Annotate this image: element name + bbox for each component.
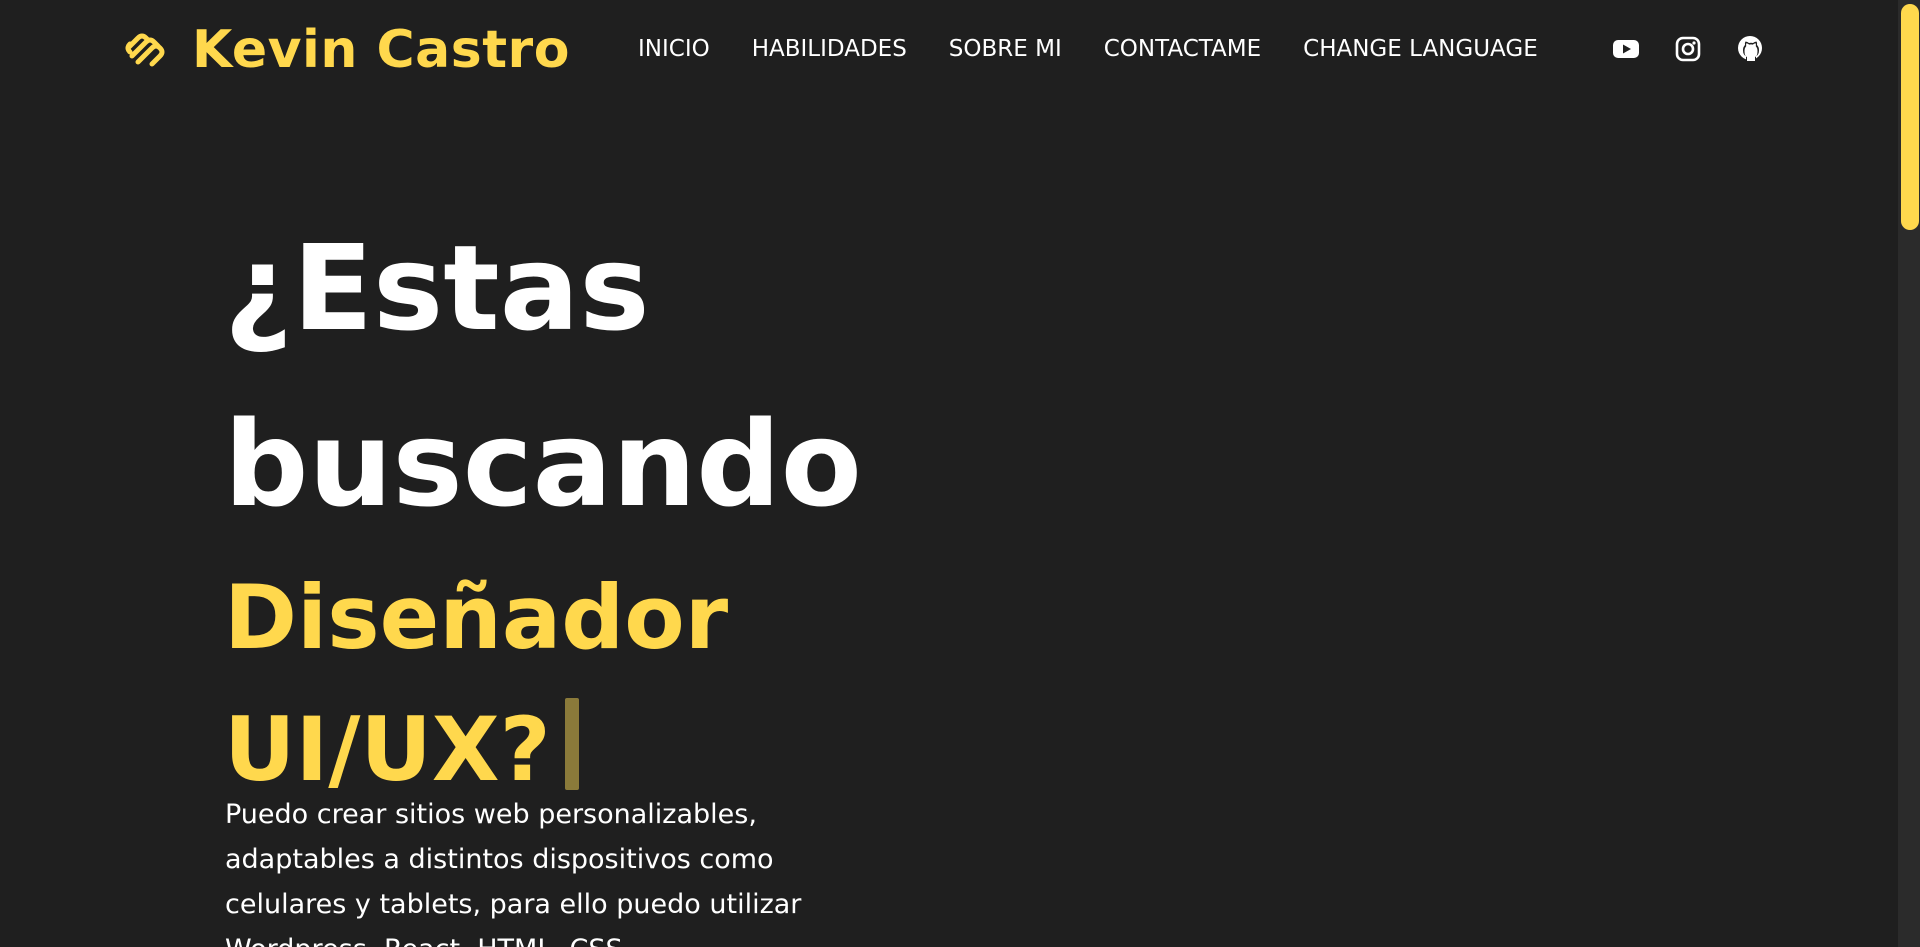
nav-item-change-language[interactable]: CHANGE LANGUAGE — [1303, 34, 1538, 64]
page: Kevin Castro INICIO HABILIDADES SOBRE MI… — [0, 0, 1920, 947]
main-nav: INICIO HABILIDADES SOBRE MI CONTACTAME C… — [638, 34, 1580, 64]
github-icon[interactable] — [1736, 35, 1764, 63]
brand[interactable]: Kevin Castro — [122, 20, 570, 80]
hero-heading-line-2: buscando — [224, 395, 862, 533]
hero-accent-line-1: Diseñador — [224, 566, 729, 669]
nav-item-sobre-mi[interactable]: SOBRE MI — [949, 34, 1062, 64]
hero-description: Puedo crear sitios web personalizables, … — [225, 799, 802, 947]
hero-heading-line-1: ¿Estas — [224, 219, 650, 357]
instagram-icon[interactable] — [1674, 35, 1702, 63]
scrollbar[interactable] — [1898, 0, 1920, 947]
social-links — [1612, 35, 1764, 63]
nav-item-habilidades[interactable]: HABILIDADES — [752, 34, 907, 64]
hero-accent-text: UI/UX? — [224, 698, 551, 801]
nav-item-inicio[interactable]: INICIO — [638, 34, 710, 64]
nav-item-contactame[interactable]: CONTACTAME — [1104, 34, 1261, 64]
brand-logo-icon — [122, 28, 166, 72]
site-header: Kevin Castro INICIO HABILIDADES SOBRE MI… — [0, 0, 1898, 100]
hero-section: ¿Estas buscando Diseñador UI/UX? — [224, 200, 864, 816]
brand-name: Kevin Castro — [192, 20, 570, 80]
typing-cursor — [564, 698, 579, 790]
scrollbar-thumb[interactable] — [1901, 4, 1919, 230]
youtube-icon[interactable] — [1612, 35, 1640, 63]
